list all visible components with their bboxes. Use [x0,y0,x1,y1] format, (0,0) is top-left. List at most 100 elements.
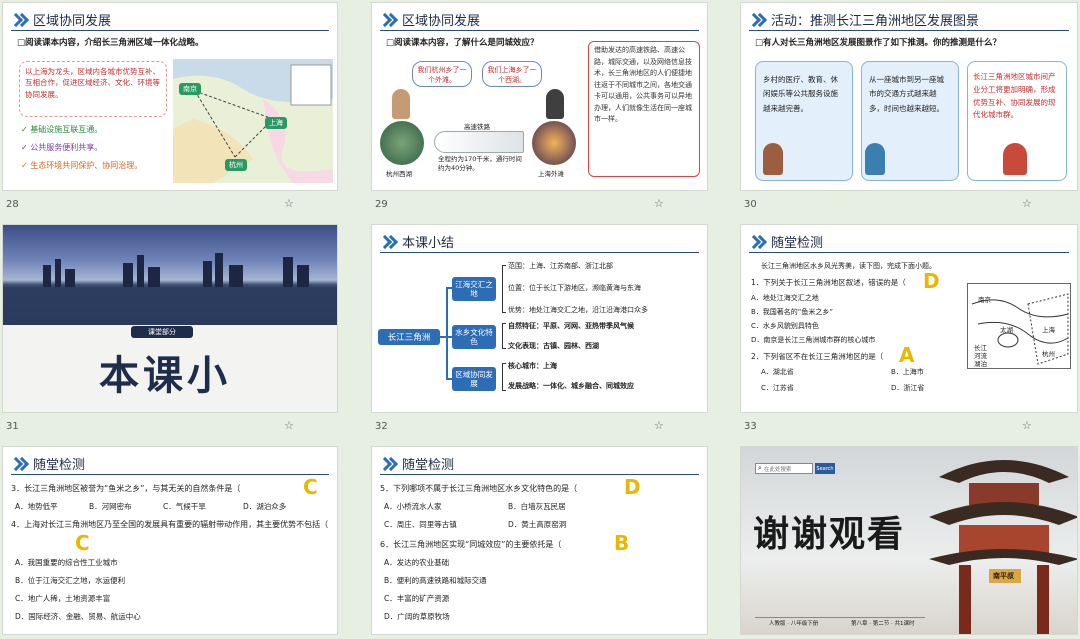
legend-lake: 湖泊 [974,360,987,368]
favorite-star-icon[interactable]: ☆ [654,197,664,210]
slide-thumbnail-33[interactable]: 随堂检测 长江三角洲地区水乡风光秀美，读下图，完成下面小题。 1．下列关于长江三… [740,224,1078,413]
bund-photo [532,121,576,165]
child-figure-1 [763,143,783,175]
branch-3-item-1: 核心城市：上海 [508,362,557,370]
person-figure-right [546,89,564,119]
slide-thumbnail-28[interactable]: 区域协同发展 □阅读课本内容，介绍长三角洲区域一体化战略。 以上海为龙头，区域内… [2,2,338,191]
branch-2-item-2: 文化表现：古镇、园林、西湖 [508,342,599,350]
city-skyline-photo [3,225,337,325]
q1-opt-d: D．南京是长江三角洲城市群的核心城市 [751,336,876,344]
speech-bubble-shanghai: 我们上海乡了一个西湖。 [482,61,542,87]
bracket-3 [502,363,506,391]
question-3: 3．长江三角洲地区被誉为“鱼米之乡”，与其无关的自然条件是（ [11,484,241,493]
q3-opt-c: C．气候干旱 [163,502,206,511]
q5-opt-a: A．小桥流水人家 [384,502,442,511]
thank-you-title: 谢谢观看 [753,513,906,555]
slide-header: 随堂检测 [749,231,1069,253]
bullet-3: ✓ 生态环境共同保护、协同治理。 [21,161,143,170]
slide-title: 活动：推测长江三角洲地区发展图景 [771,14,980,29]
slide-number: 32 [375,421,388,432]
chevron-icon [11,13,27,27]
search-icon: ⌕ [758,464,762,472]
slide-header: 区域协同发展 [11,9,329,31]
slide-number: 30 [744,199,757,210]
search-bar[interactable]: ⌕ 在此处搜索 [755,463,813,474]
map-label-taihu: 太湖 [1000,326,1013,334]
slide-thumbnail-30[interactable]: 活动：推测长江三角洲地区发展图景 □有人对长三角洲地区发展图景作了如下推测。你的… [740,2,1078,191]
mindmap-connector [446,287,448,379]
q4-opt-b: B．位于江海交汇之地，水运便利 [15,576,126,585]
section-tag: 课堂部分 [131,326,193,338]
q2-opt-c: C．江苏省 [761,384,794,392]
slide-thumbnail-34[interactable]: 随堂检测 3．长江三角洲地区被誉为“鱼米之乡”，与其无关的自然条件是（ C A．… [2,446,338,635]
search-button[interactable]: Search [815,463,835,474]
right-caption: 上海外滩 [538,170,564,178]
child-figure-3 [1003,143,1027,175]
slide-header: 本课小结 [380,231,699,253]
pagoda-graphic [929,460,1077,634]
favorite-star-icon[interactable]: ☆ [284,419,294,432]
q4-opt-a: A．我国重要的综合性工业城市 [15,558,118,567]
mindmap-branch-1: 江海交汇之地 [452,277,496,301]
chevron-icon [749,235,765,249]
slide-number: 31 [6,421,19,432]
city-nanjing: 南京 [179,83,201,95]
slide-thumbnail-31[interactable]: 课堂部分 本课小结 [2,224,338,413]
q1-opt-c: C．水乡风貌别具特色 [751,322,819,330]
q3-opt-a: A．地势低平 [15,502,58,511]
child-figure-2 [865,143,885,175]
bullet-1: ✓ 基础设施互联互通。 [21,125,103,134]
branch-1-item-2: 位置：位于长江下游地区，濒临黄海与东海 [508,284,641,292]
q5-opt-b: B．白墙灰瓦民居 [508,502,566,511]
mindmap-branch-2: 水乡文化特色 [452,325,496,349]
slide-thumbnail-32[interactable]: 本课小结 长江三角洲 江海交汇之地 水乡文化特色 区域协同发展 范围：上海、江苏… [371,224,708,413]
favorite-star-icon[interactable]: ☆ [1022,419,1032,432]
footer-right-text: 第八章 · 第二节 · 共1课时 [851,621,915,627]
branch-1-item-3: 优势：地处江海交汇之地，沿江沿海港口众多 [508,306,648,314]
branch-2-item-1: 自然特征：平原、河网、亚热带季风气候 [508,322,634,330]
slide-thumbnail-35[interactable]: 随堂检测 5．下列哪项不属于长江三角洲地区水乡文化特色的是（ D A．小桥流水人… [371,446,708,635]
slide-header: 随堂检测 [380,453,699,475]
chevron-icon [749,13,765,27]
q6-opt-d: D．广阔的草原牧场 [384,612,450,621]
slide-title: 随堂检测 [771,236,824,251]
search-placeholder: 在此处搜索 [763,466,792,473]
answer-2: A [899,343,915,367]
chevron-icon [11,457,27,471]
quiz-map: 南京 太湖 上海 杭州 长江 河流 湖泊 [967,283,1071,369]
favorite-star-icon[interactable]: ☆ [654,419,664,432]
slide-thumbnail-36[interactable]: ⌕ 在此处搜索 Search 谢谢观看 南平叔 人教版 · 八年级下册 第八章 … [740,446,1078,635]
train-note: 全程约为170千米，通行时间约为40分钟。 [438,155,522,173]
mindmap-branch-3: 区域协同发展 [452,367,496,391]
guess-card-2-text: 从一座城市到另一座城市的交通方式越来越多，时间也越来越短。 [869,75,944,113]
answer-5: D [624,475,641,499]
slide-number: 28 [6,199,19,210]
slide-header: 活动：推测长江三角洲地区发展图景 [749,9,1069,31]
q3-opt-b: B．河网密布 [89,502,132,511]
q4-opt-d: D．国际经济、金融、贸易、航运中心 [15,612,141,621]
q3-opt-d: D．湖泊众多 [243,502,287,511]
slide-header: 区域协同发展 [380,9,699,31]
description-text: 以上海为龙头，区域内各城市优势互补、互相合作，促进区域经济、文化、环境等协同发展… [25,67,160,99]
q4-opt-c: C．地广人稀，土地资源丰富 [15,594,111,603]
q1-opt-a: A．地处江海交汇之地 [751,294,819,302]
bullet-2: ✓ 公共服务便利共享。 [21,143,103,152]
q2-opt-a: A．湖北省 [761,368,794,376]
favorite-star-icon[interactable]: ☆ [284,197,294,210]
q1-opt-b: B．我国著名的“鱼米之乡” [751,308,834,316]
region-map: 南京 上海 杭州 [173,59,333,183]
slide-title: 本课小结 [402,236,455,251]
branch-3-item-2: 发展战略：一体化、城乡融合、同城效应 [508,382,634,390]
footer-left-text: 人教版 · 八年级下册 [769,621,819,627]
answer-6: B [614,531,630,555]
answer-4: C [75,531,90,555]
slide-thumbnail-29[interactable]: 区域协同发展 □阅读课本内容，了解什么是同城效应？ 我们杭州乡了一个外滩。 我们… [371,2,708,191]
skyline-graphic [3,253,337,325]
q2-opt-b: B．上海市 [891,368,924,376]
map-label-hangzhou: 杭州 [1042,350,1055,358]
guess-card-1-text: 乡村的医疗、教育、休闲娱乐等公共服务设施越来越完善。 [763,75,838,113]
favorite-star-icon[interactable]: ☆ [1022,197,1032,210]
map-label-shanghai: 上海 [1042,326,1055,334]
question-4: 4．上海对长江三角洲地区乃至全国的发展具有重要的辐射带动作用，其主要优势不包括（ [11,520,329,529]
slide-title: 随堂检测 [402,458,455,473]
